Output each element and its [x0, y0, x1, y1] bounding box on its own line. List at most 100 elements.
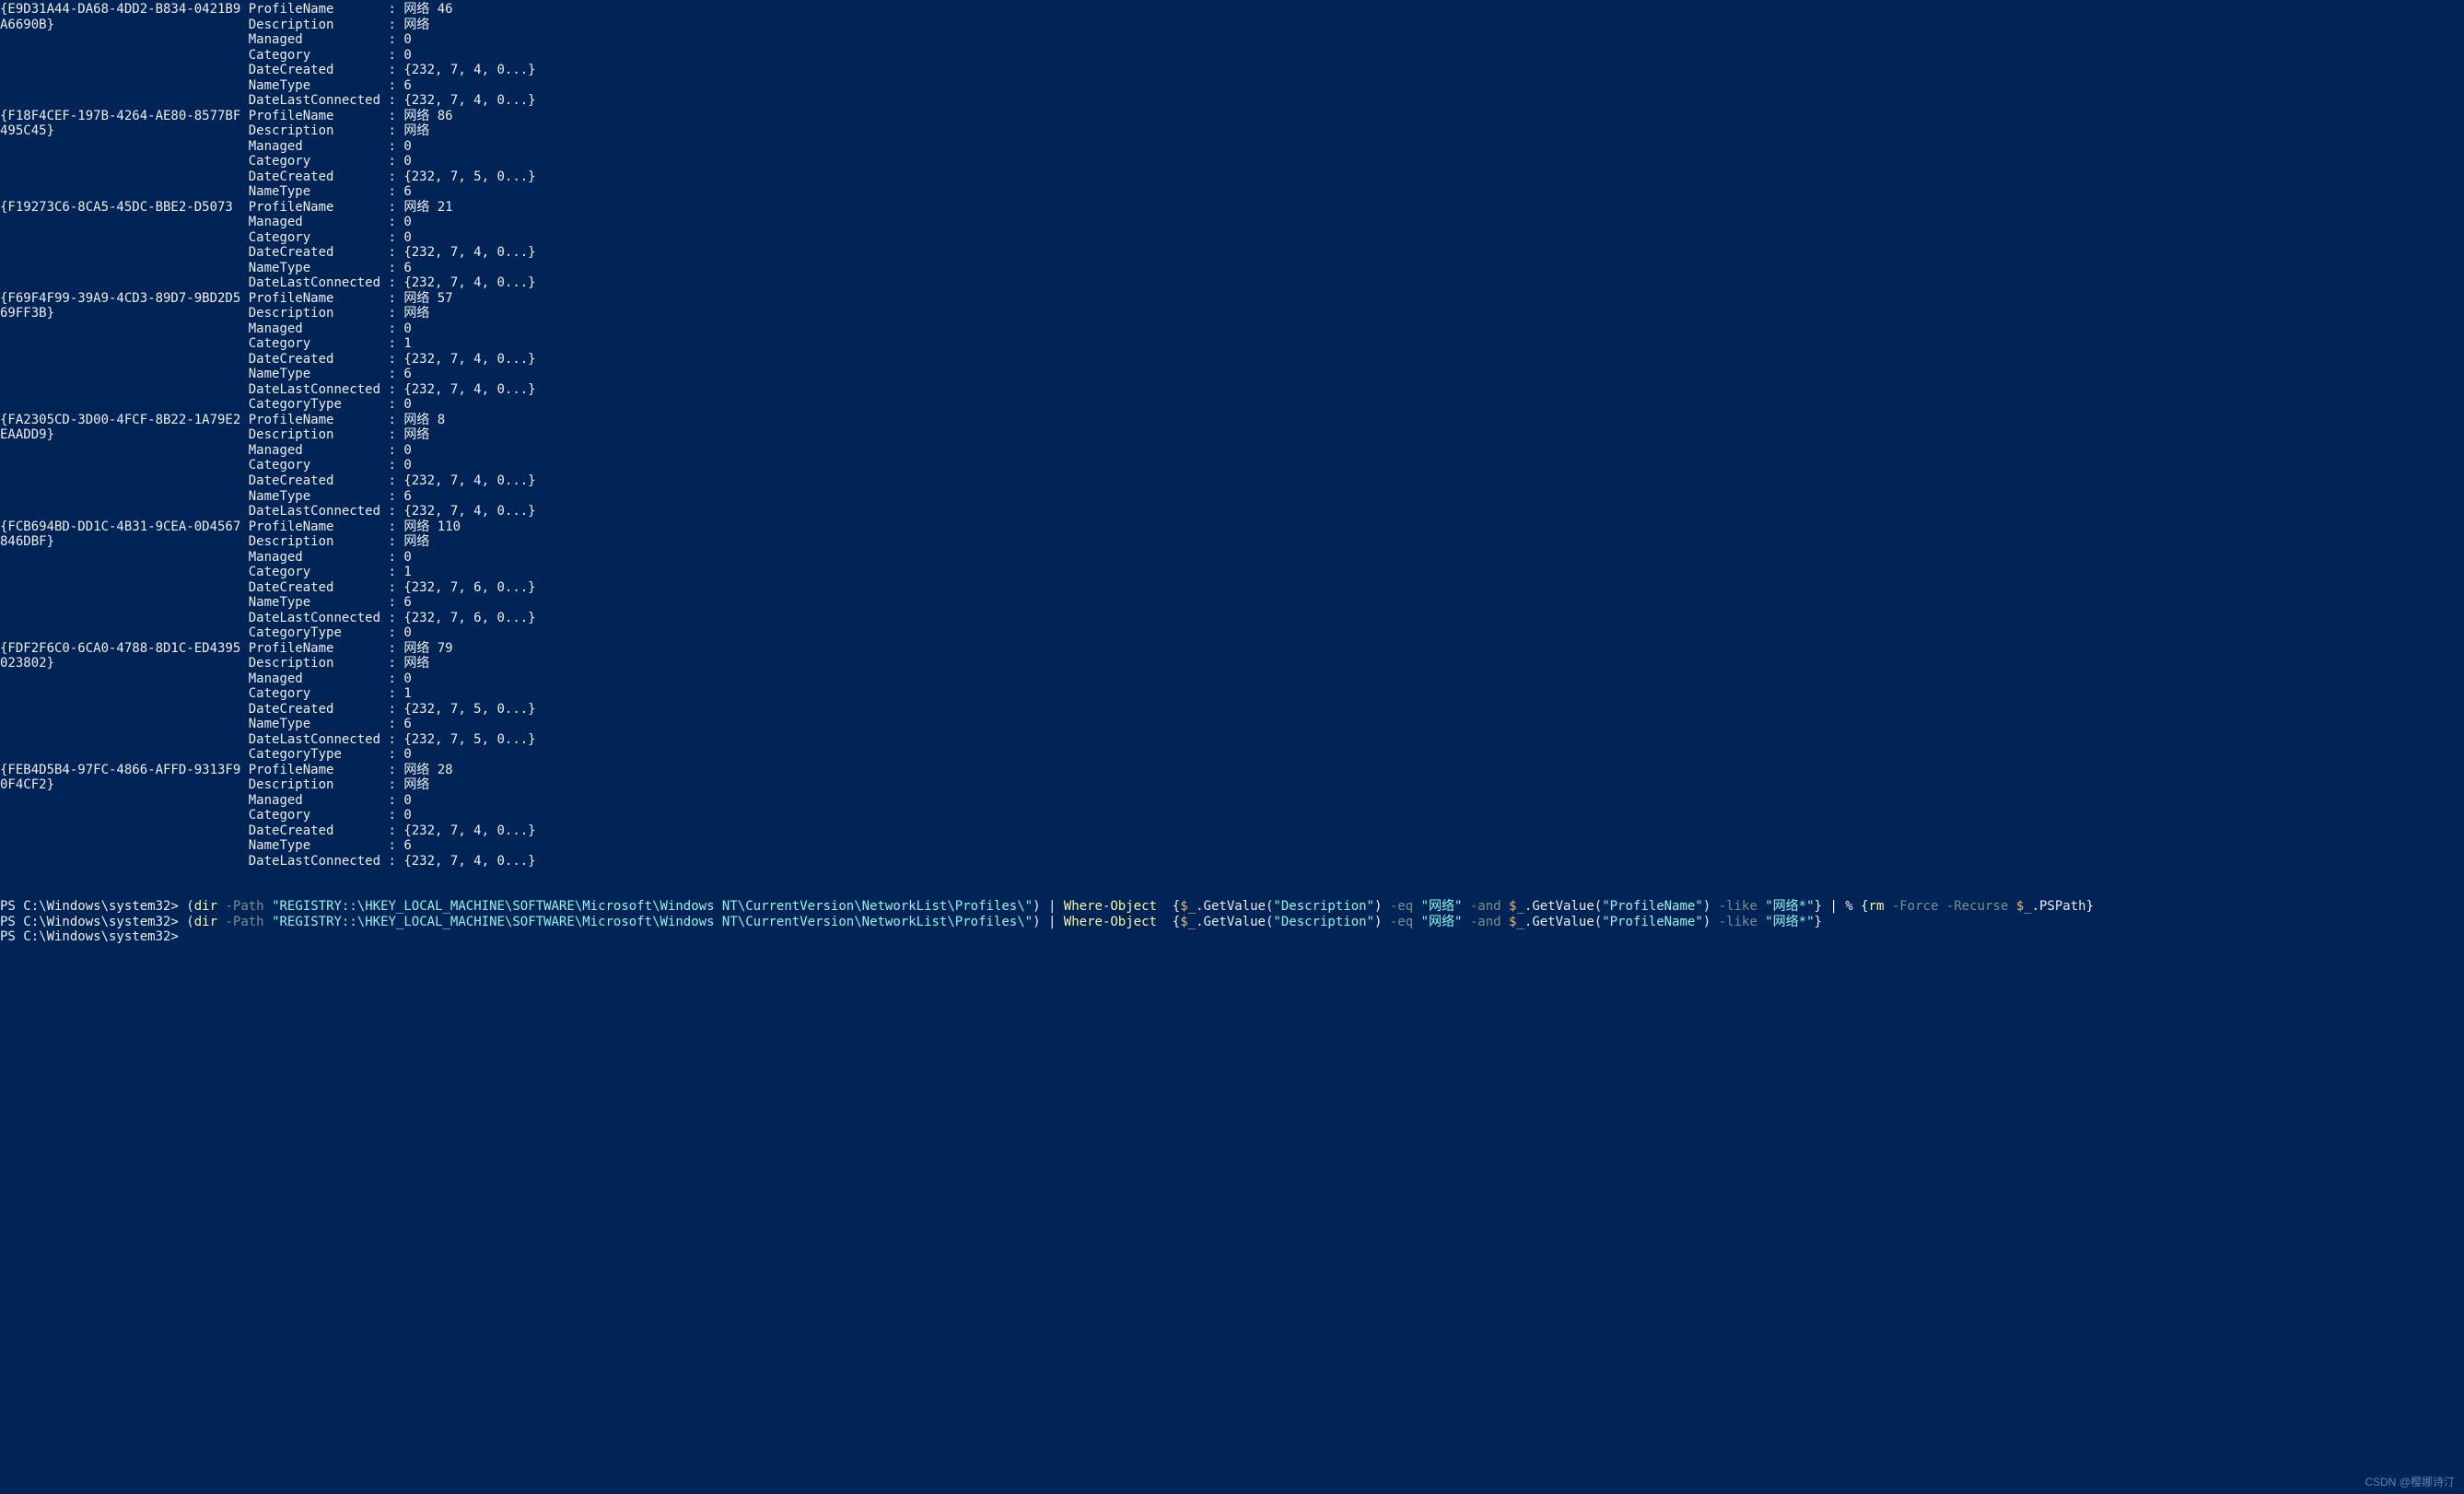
property-name: ProfileName :	[240, 763, 403, 777]
property-value: {232, 7, 4, 0...}	[403, 93, 535, 108]
property-name: DateCreated :	[240, 169, 403, 184]
property-value: 网络	[403, 18, 429, 32]
registry-key: {FA2305CD-3D00-4FCF-8B22-1A79E2	[0, 413, 240, 427]
command-segment	[1462, 899, 1469, 914]
property-value: {232, 7, 4, 0...}	[403, 473, 535, 488]
command-segment: }	[1815, 915, 1822, 929]
terminal-text	[0, 565, 240, 579]
property-value: 网络 8	[403, 413, 445, 427]
command-segment	[1757, 899, 1765, 914]
terminal-text	[0, 352, 240, 367]
property-name: NameType :	[240, 78, 403, 93]
command-segment: (	[186, 899, 193, 914]
command-segment: -Force -Recurse	[1892, 899, 2008, 914]
registry-key: 495C45}	[0, 123, 240, 138]
command-segment: "ProfileName"	[1602, 899, 1703, 914]
property-name: DateCreated :	[240, 473, 403, 488]
property-value: {232, 7, 4, 0...}	[403, 63, 535, 77]
terminal-text	[0, 702, 240, 717]
terminal-text	[0, 336, 240, 351]
command-segment: -like	[1719, 915, 1757, 929]
terminal-text	[0, 747, 240, 762]
registry-key: {F19273C6-8CA5-45DC-BBE2-D5073	[0, 200, 240, 215]
terminal-text	[0, 580, 240, 595]
property-value: 0	[403, 397, 411, 412]
property-value: 6	[403, 717, 411, 731]
property-name: Description :	[240, 656, 403, 671]
property-value: {232, 7, 4, 0...}	[403, 245, 535, 260]
property-name: DateLastConnected :	[240, 93, 403, 108]
property-name: ProfileName :	[240, 2, 403, 17]
property-value: 1	[403, 565, 411, 579]
terminal-text	[0, 838, 240, 853]
command-segment: $_	[1509, 915, 1524, 929]
command-segment: dir	[194, 915, 217, 929]
terminal-text	[0, 458, 240, 473]
command-segment: {	[1157, 915, 1180, 929]
command-segment: "Description"	[1273, 915, 1374, 929]
property-name: ProfileName :	[240, 413, 403, 427]
command-segment: Where-Object	[1064, 915, 1157, 929]
property-value: {232, 7, 4, 0...}	[403, 504, 535, 519]
registry-key: {FDF2F6C0-6CA0-4788-8D1C-ED4395	[0, 641, 240, 656]
prompt-prefix: PS C:\Windows\system32>	[0, 929, 186, 944]
property-value: 0	[403, 747, 411, 762]
property-name: Description :	[240, 427, 403, 442]
command-segment: -Path	[225, 899, 263, 914]
command-segment	[1413, 899, 1420, 914]
property-value: 0	[403, 48, 411, 63]
property-value: 1	[403, 336, 411, 351]
property-value: 1	[403, 686, 411, 701]
property-name: Managed :	[240, 215, 403, 229]
terminal-text	[0, 595, 240, 610]
property-value: 0	[403, 154, 411, 169]
command-segment: )	[1374, 915, 1390, 929]
property-value: {232, 7, 6, 0...}	[403, 611, 535, 625]
property-name: ProfileName :	[240, 109, 403, 123]
command-segment	[2008, 899, 2015, 914]
powershell-terminal[interactable]: {E9D31A44-DA68-4DD2-B834-0421B9 ProfileN…	[0, 0, 2464, 954]
terminal-text	[0, 63, 240, 77]
property-name: DateCreated :	[240, 245, 403, 260]
command-segment: $_	[1180, 915, 1196, 929]
terminal-text	[0, 382, 240, 397]
registry-key: 0F4CF2}	[0, 777, 240, 792]
terminal-text	[0, 489, 240, 504]
registry-key: {F18F4CEF-197B-4264-AE80-8577BF	[0, 109, 240, 123]
property-value: 网络 46	[403, 2, 452, 17]
command-segment	[1501, 915, 1509, 929]
command-segment: dir	[194, 899, 217, 914]
property-value: 6	[403, 838, 411, 853]
terminal-text	[0, 854, 240, 869]
property-name: Managed :	[240, 793, 403, 808]
property-name: DateLastConnected :	[240, 275, 403, 290]
registry-key: {E9D31A44-DA68-4DD2-B834-0421B9	[0, 2, 240, 17]
property-name: Category :	[240, 686, 403, 701]
property-name: CategoryType :	[240, 625, 403, 640]
command-segment	[1757, 915, 1765, 929]
terminal-text	[0, 230, 240, 245]
terminal-text	[0, 550, 240, 565]
property-value: 网络	[403, 123, 429, 138]
property-name: Managed :	[240, 671, 403, 686]
command-segment	[264, 899, 272, 914]
property-name: DateLastConnected :	[240, 611, 403, 625]
property-name: ProfileName :	[240, 200, 403, 215]
command-segment: {	[1861, 899, 1868, 914]
property-value: 0	[403, 625, 411, 640]
property-name: ProfileName :	[240, 641, 403, 656]
property-value: 网络	[403, 656, 429, 671]
property-value: {232, 7, 5, 0...}	[403, 702, 535, 717]
command-segment: "REGISTRY::\HKEY_LOCAL_MACHINE\SOFTWARE\…	[272, 899, 1033, 914]
property-value: {232, 7, 4, 0...}	[403, 352, 535, 367]
terminal-text	[0, 321, 240, 336]
property-name: ProfileName :	[240, 519, 403, 534]
property-name: NameType :	[240, 367, 403, 381]
registry-key: 69FF3B}	[0, 306, 240, 321]
terminal-text	[0, 732, 240, 747]
registry-key: {FCB694BD-DD1C-4B31-9CEA-0D4567	[0, 519, 240, 534]
terminal-text	[0, 473, 240, 488]
command-segment: )	[1374, 899, 1390, 914]
command-segment: )	[1033, 899, 1048, 914]
command-segment: Where-Object	[1064, 899, 1157, 914]
